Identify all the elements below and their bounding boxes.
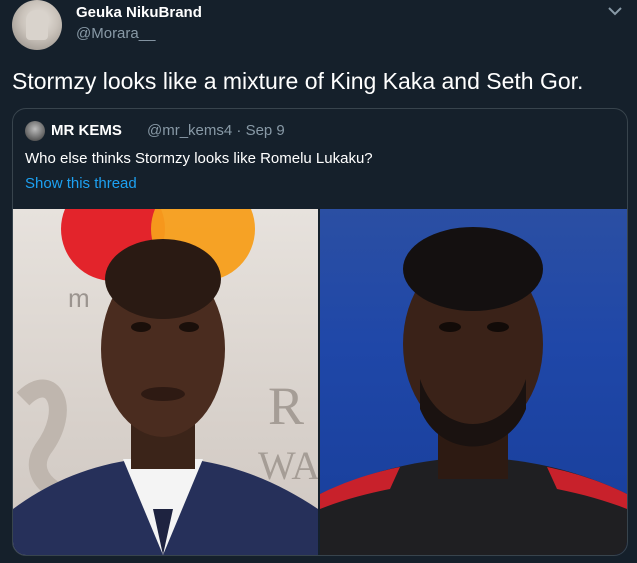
quoted-tweet-text: Who else thinks Stormzy looks like Romel…: [25, 150, 373, 167]
svg-text:R: R: [268, 376, 304, 436]
author-name[interactable]: Geuka NikuBrand: [76, 4, 202, 21]
author-handle[interactable]: @Morara__: [76, 25, 155, 42]
photo-left[interactable]: m R WA: [13, 209, 318, 555]
quoted-author-meta: @mr_kems4 · Sep 9: [147, 122, 285, 139]
quoted-author-name: MR KEMS: [51, 122, 122, 139]
tweet-text: Stormzy looks like a mixture of King Kak…: [12, 68, 584, 94]
show-thread-link[interactable]: Show this thread: [25, 175, 137, 192]
quoted-tweet-card[interactable]: MR KEMS @mr_kems4 · Sep 9 Who else think…: [12, 108, 628, 556]
quoted-tweet-media[interactable]: m R WA: [13, 209, 627, 555]
author-avatar[interactable]: [12, 0, 62, 50]
quoted-author-avatar[interactable]: [25, 121, 45, 141]
svg-text:m: m: [68, 283, 90, 313]
photo-right[interactable]: [320, 209, 627, 555]
chevron-down-icon[interactable]: [607, 4, 623, 16]
avatar-figure: [26, 10, 48, 40]
